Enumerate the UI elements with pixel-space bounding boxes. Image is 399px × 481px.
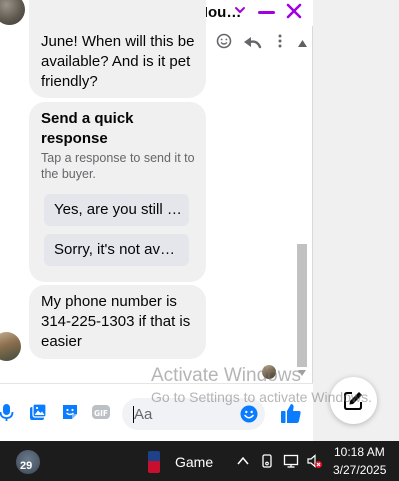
nba-logo-icon[interactable] (148, 451, 160, 473)
quick-response-subtitle: Tap a response to send it to the buyer. (41, 151, 195, 181)
message-actions (216, 33, 282, 49)
quick-response-option[interactable]: Sorry, it's not av… (44, 234, 189, 266)
screen: Allison · Studio 1 Bath Hou… June! When … (0, 0, 399, 481)
more-icon[interactable] (278, 34, 282, 48)
emoji-icon[interactable] (240, 405, 258, 423)
sticker-icon[interactable] (60, 402, 80, 422)
weather-temperature[interactable]: 29 (20, 460, 32, 472)
message-scrollbar[interactable] (295, 30, 309, 377)
svg-text:GIF: GIF (94, 409, 108, 418)
chevron-down-icon[interactable] (233, 3, 247, 17)
microphone-icon[interactable] (0, 402, 16, 422)
scrollbar-thumb[interactable] (297, 244, 307, 367)
clock-time[interactable]: 10:18 AM (334, 445, 385, 459)
scroll-up-arrow-icon[interactable] (298, 40, 307, 47)
network-icon[interactable] (283, 453, 299, 469)
incoming-message-bubble: June! When will this be available? And i… (29, 0, 206, 98)
volume-muted-icon[interactable] (306, 453, 322, 469)
photo-icon[interactable] (28, 402, 48, 422)
clock-date[interactable]: 3/27/2025 (333, 463, 386, 477)
reply-icon[interactable] (244, 37, 262, 49)
incoming-message-bubble: My phone number is 314-225-1303 if that … (29, 285, 206, 359)
quick-response-title: Send a quick response (41, 110, 134, 147)
quick-response-card: Send a quick response Tap a response to … (29, 102, 206, 282)
minimize-icon[interactable] (258, 11, 275, 14)
close-icon[interactable] (285, 2, 303, 20)
device-icon[interactable] (259, 453, 275, 469)
sender-avatar[interactable] (0, 332, 21, 361)
quick-response-option[interactable]: Yes, are you still … (44, 194, 189, 226)
tray-overflow-chevron-icon[interactable] (235, 453, 251, 469)
text-caret (133, 406, 134, 423)
activation-watermark-title: Activate Windows (151, 365, 301, 386)
gif-icon[interactable]: GIF (91, 402, 111, 422)
react-icon[interactable] (216, 33, 232, 49)
windows-taskbar: 29 Game 10:18 AM 3/27/2025 (0, 441, 399, 481)
contact-avatar[interactable] (0, 0, 25, 25)
game-widget-label[interactable]: Game (175, 454, 213, 470)
message-text: June! When will this be available? And i… (41, 33, 195, 90)
message-text: My phone number is 314-225-1303 if that … (41, 293, 191, 350)
like-icon[interactable] (280, 402, 302, 424)
activation-watermark-subtitle: Go to Settings to activate Windows. (151, 389, 372, 405)
